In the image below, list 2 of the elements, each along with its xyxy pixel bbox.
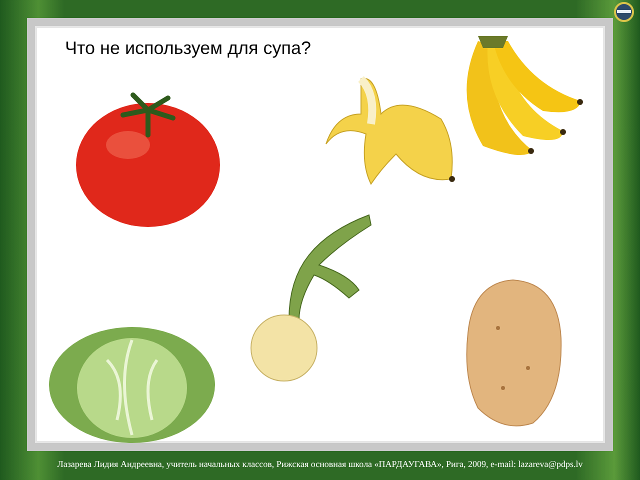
question-text: Что не используем для супа? xyxy=(65,38,312,59)
author-footer: Лазарева Лидия Андреевна, учитель начальных классов, Рижская основная школа «ПАРДАУГАВА», Рига, 2009, e-mail: lazareva@pdps.lv xyxy=(57,459,583,469)
